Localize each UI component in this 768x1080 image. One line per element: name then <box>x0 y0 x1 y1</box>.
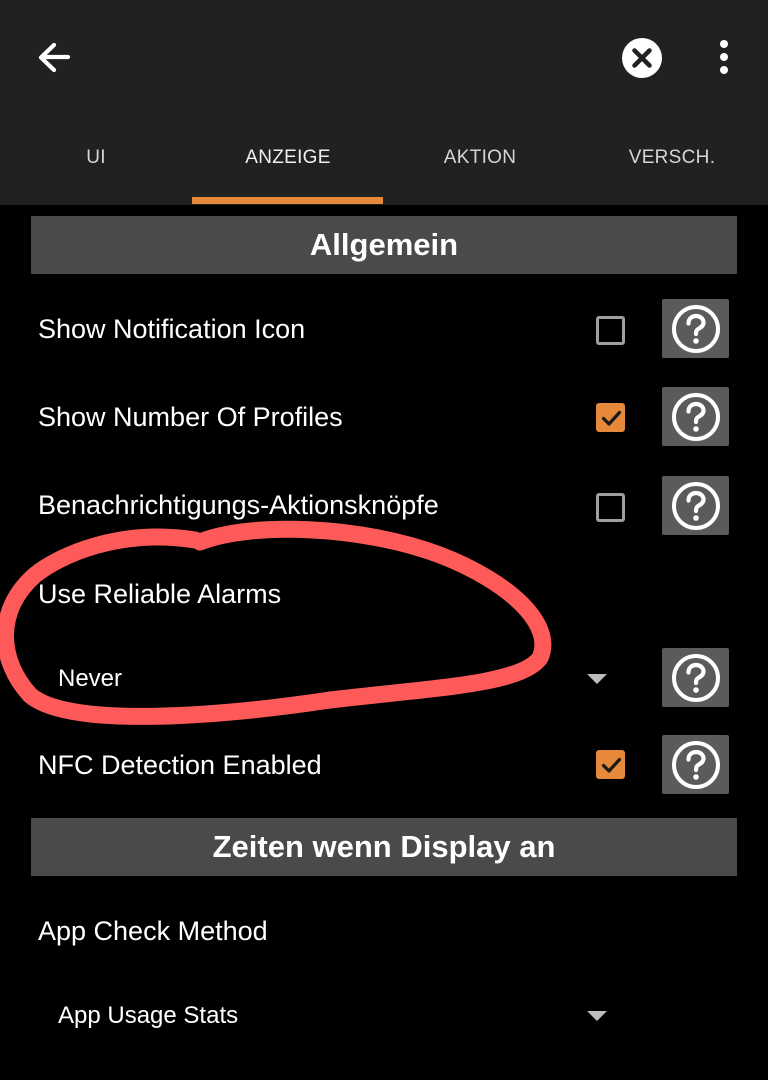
help-button-show-notification-icon[interactable] <box>662 299 729 358</box>
nfc-detection-enabled-label: NFC Detection Enabled <box>38 750 322 780</box>
help-circle-icon <box>671 481 720 530</box>
use-reliable-alarms-label: Use Reliable Alarms <box>38 579 282 609</box>
app-check-method-dropdown[interactable]: App Usage Stats <box>58 1002 238 1030</box>
help-button-nfc-detection-enabled[interactable] <box>662 735 729 794</box>
red-annotation-circle <box>0 520 552 725</box>
tab-anzeige[interactable]: ANZEIGE <box>192 110 384 205</box>
help-button-show-number-of-profiles[interactable] <box>662 387 729 446</box>
caret-down-icon[interactable] <box>586 673 608 685</box>
active-tab-indicator <box>192 197 383 204</box>
help-button-notification-action-buttons[interactable] <box>662 476 729 535</box>
show-notification-icon-checkbox[interactable] <box>596 316 625 345</box>
section-header-general: Allgemein <box>31 216 737 274</box>
caret-down-icon[interactable] <box>586 1010 608 1022</box>
help-circle-icon <box>671 304 720 353</box>
more-options-button[interactable] <box>700 34 748 82</box>
use-reliable-alarms-dropdown[interactable]: Never <box>58 665 122 693</box>
help-circle-icon <box>671 740 720 789</box>
checkmark-icon <box>601 410 622 426</box>
tab-bar: UI ANZEIGE AKTION VERSCH. <box>0 110 768 205</box>
tab-aktion[interactable]: AKTION <box>384 110 576 205</box>
show-number-of-profiles-checkbox[interactable] <box>596 403 625 432</box>
close-circle-icon <box>622 38 662 78</box>
show-number-of-profiles-label: Show Number Of Profiles <box>38 402 343 432</box>
show-notification-icon-label: Show Notification Icon <box>38 314 306 344</box>
app-bar: UI ANZEIGE AKTION VERSCH. <box>0 0 768 205</box>
section-header-display-on: Zeiten wenn Display an <box>31 818 737 876</box>
arrow-left-icon <box>38 42 71 73</box>
help-button-use-reliable-alarms[interactable] <box>662 648 729 707</box>
help-circle-icon <box>671 653 720 702</box>
more-vertical-icon <box>720 40 728 74</box>
notification-action-buttons-checkbox[interactable] <box>596 493 625 522</box>
close-button[interactable] <box>618 34 666 82</box>
nfc-detection-enabled-checkbox[interactable] <box>596 750 625 779</box>
checkmark-icon <box>601 757 622 773</box>
tab-versch[interactable]: VERSCH. <box>576 110 768 205</box>
tab-ui[interactable]: UI <box>0 110 192 205</box>
app-check-method-label: App Check Method <box>38 916 268 946</box>
notification-action-buttons-label: Benachrichtigungs-Aktionsknöpfe <box>38 490 439 520</box>
back-button[interactable] <box>30 34 78 82</box>
help-circle-icon <box>671 392 720 441</box>
